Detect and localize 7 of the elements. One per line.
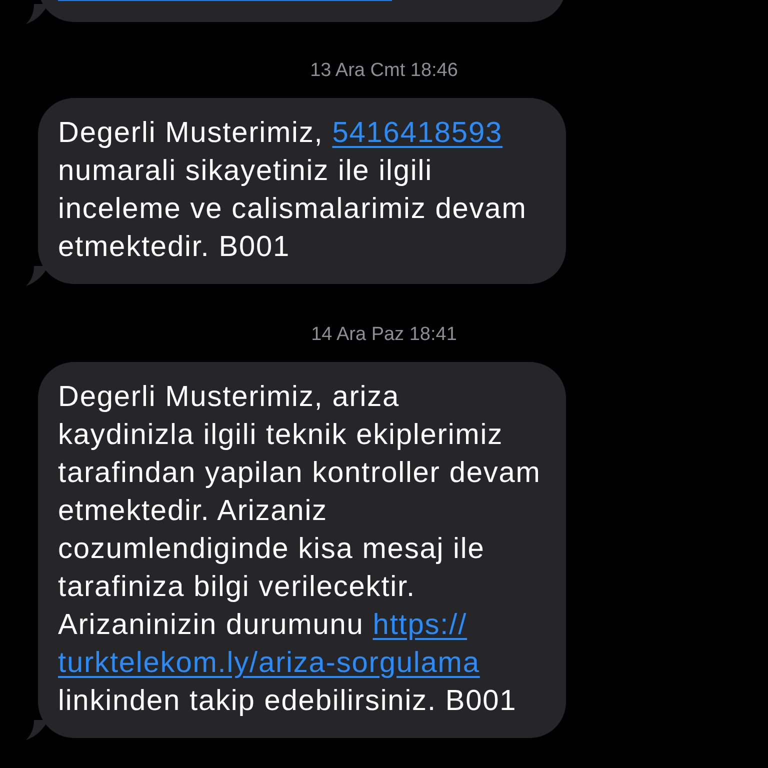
message-text: Degerli Musterimiz, ariza kaydinizla ilgili teknik ekiplerimiz tarafindan yapilan kontroller devam etmektedir. Arizaniz cozumlendiginde kisa mesaj ile tarafiniza bilgi verilecektir. Arizaninizin durumunu https:// turktelekom.ly/ariza-sorgulama linkinden takip edebilirsiniz. B001: [58, 380, 542, 719]
message-text: Degerli Musterimiz, 5416418593 numarali sikayetiniz ile ilgili inceleme ve calismalarimiz devam etmektedir. B001: [58, 116, 528, 265]
timestamp: 14 Ara Paz 18:41: [311, 324, 457, 346]
link[interactable]: https://: [372, 609, 468, 641]
link[interactable]: 5416418593: [332, 117, 503, 149]
link[interactable]: turktelekom.ly/ariza-sorgulama: [58, 647, 480, 679]
timestamp: 13 Ara Cmt 18:46: [310, 60, 458, 82]
